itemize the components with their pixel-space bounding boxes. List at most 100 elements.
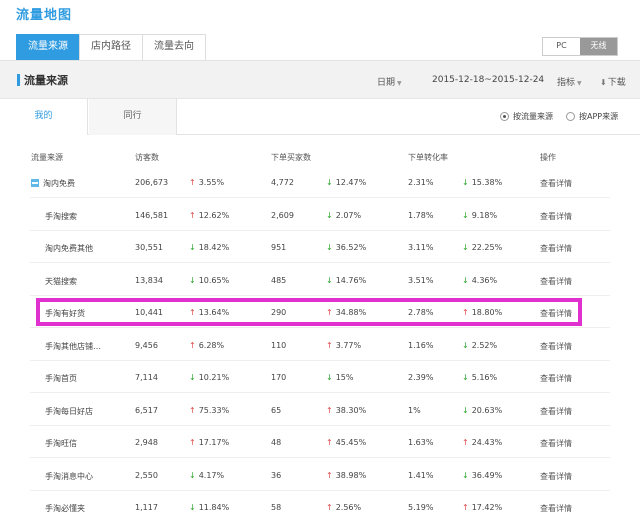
arrow-up-icon: ↑ (462, 438, 469, 447)
source-cell[interactable]: 淘内免费 (31, 178, 75, 189)
change-value: 2.07% (335, 210, 362, 220)
visitors-change: ↓ 11.84% (189, 503, 229, 512)
view-details-link[interactable]: 查看详情 (540, 438, 572, 449)
tab-store-path[interactable]: 店内路径 (79, 34, 143, 60)
conversion-change: ↓ 9.18% (462, 211, 497, 220)
device-switch: PC 无线 (542, 37, 618, 56)
view-details-link[interactable]: 查看详情 (540, 471, 572, 482)
conversion-change: ↓ 20.63% (462, 406, 502, 415)
visitors-value: 1,117 (135, 503, 158, 512)
tab-traffic-source[interactable]: 流量来源 (16, 34, 80, 60)
visitors-change: ↓ 18.42% (189, 243, 229, 252)
source-name: 淘内免费其他 (45, 244, 93, 253)
table-row: 手淘消息中心 2,550 ↓ 4.17% 36 ↑ 38.98% 1.41% ↓ 36.49% 查看… (0, 459, 640, 491)
source-name: 手淘搜索 (45, 211, 77, 221)
buyers-change: ↑ 3.77% (326, 341, 361, 350)
view-details-link[interactable]: 查看详情 (540, 503, 572, 514)
arrow-down-icon: ↓ (462, 243, 469, 252)
conversion-value: 1.63% (408, 438, 434, 447)
change-value: 17.42% (471, 503, 503, 512)
header-action: 操作 (540, 153, 556, 162)
section-accent-bar (17, 74, 20, 86)
conversion-value: 1.78% (408, 210, 434, 220)
view-details-link[interactable]: 查看详情 (540, 211, 572, 222)
date-dropdown[interactable]: 日期 ▼ (377, 75, 402, 88)
change-value: 10.21% (198, 373, 230, 382)
pc-button[interactable]: PC (543, 38, 580, 55)
change-value: 15.38% (471, 178, 503, 187)
wireless-button[interactable]: 无线 (580, 38, 617, 55)
arrow-up-icon: ↑ (189, 178, 196, 187)
view-details-link[interactable]: 查看详情 (540, 341, 572, 352)
radio-icon (500, 112, 509, 121)
highlight-annotation (36, 298, 582, 326)
view-details-link[interactable]: 查看详情 (540, 178, 572, 189)
change-value: 17.17% (198, 438, 230, 447)
radio-by-traffic-source[interactable]: 按流量来源 (500, 111, 553, 122)
visitors-value: 2,550 (135, 470, 158, 480)
change-value: 3.55% (198, 178, 225, 187)
arrow-down-icon: ↓ (326, 243, 333, 252)
tab-peers[interactable]: 同行 (89, 99, 177, 135)
source-name: 手淘其他店铺… (45, 341, 101, 351)
buyers-change: ↑ 38.98% (326, 471, 366, 480)
tab-traffic-destination[interactable]: 流量去向 (142, 34, 206, 60)
conversion-change: ↓ 2.52% (462, 341, 497, 350)
change-value: 2.56% (335, 503, 362, 512)
table-row: 淘内免费其他 30,551 ↓ 18.42% 951 ↓ 36.52% 3.11% ↓ 22.25… (0, 231, 640, 263)
buyers-value: 951 (271, 243, 287, 252)
arrow-down-icon: ↓ (462, 210, 469, 220)
view-details-link[interactable]: 查看详情 (540, 406, 572, 417)
buyers-value: 2,609 (271, 210, 294, 220)
view-details-link[interactable]: 查看详情 (540, 276, 572, 287)
view-details-link[interactable]: 查看详情 (540, 373, 572, 384)
download-button[interactable]: ⬇下载 (600, 75, 626, 88)
section-title: 流量来源 (24, 74, 68, 87)
arrow-up-icon: ↑ (326, 340, 333, 350)
buyers-change: ↑ 2.56% (326, 503, 361, 512)
change-value: 38.30% (335, 405, 367, 415)
table-row: 淘内免费 206,673 ↑ 3.55% 4,772 ↓ 12.47% 2.31% ↓ 15.38… (0, 166, 640, 198)
arrow-up-icon: ↑ (326, 503, 333, 512)
change-value: 45.45% (335, 438, 367, 447)
change-value: 9.18% (471, 210, 498, 220)
arrow-up-icon: ↑ (326, 405, 333, 415)
download-icon: ⬇ (600, 78, 607, 87)
visitors-value: 6,517 (135, 405, 158, 415)
arrow-down-icon: ↓ (462, 470, 469, 480)
radio-label: 按APP来源 (579, 112, 619, 121)
arrow-down-icon: ↓ (462, 178, 469, 187)
source-name: 手淘旺信 (45, 439, 77, 448)
table-row: 手淘旺信 2,948 ↑ 17.17% 48 ↑ 45.45% 1.63% ↑ 24.43% 查看详… (0, 426, 640, 458)
table-row: 手淘其他店铺… 9,456 ↑ 6.28% 110 ↑ 3.77% 1.16% ↓ 2.52% 查看… (0, 329, 640, 361)
conversion-change: ↓ 5.16% (462, 373, 497, 382)
conversion-value: 2.39% (408, 373, 434, 382)
arrow-up-icon: ↑ (189, 340, 196, 350)
arrow-down-icon: ↓ (189, 373, 196, 382)
conversion-change: ↓ 22.25% (462, 243, 502, 252)
buyers-change: ↑ 45.45% (326, 438, 366, 447)
tab-mine[interactable]: 我的 (0, 99, 88, 135)
collapse-icon[interactable] (31, 179, 39, 187)
buyers-value: 58 (271, 503, 282, 512)
conversion-value: 5.19% (408, 503, 434, 512)
change-value: 36.49% (471, 470, 503, 480)
table-row: 手淘搜索 146,581 ↑ 12.62% 2,609 ↓ 2.07% 1.78% ↓ 9.18%… (0, 199, 640, 231)
conversion-value: 1% (408, 405, 421, 415)
view-details-link[interactable]: 查看详情 (540, 243, 572, 254)
source-name: 淘内免费 (43, 179, 75, 188)
radio-by-app-source[interactable]: 按APP来源 (566, 111, 618, 122)
radio-label: 按流量来源 (513, 112, 553, 121)
download-label: 下载 (607, 78, 626, 88)
buyers-value: 4,772 (271, 178, 294, 187)
visitors-change: ↓ 4.17% (189, 471, 224, 480)
metrics-dropdown[interactable]: 指标 ▼ (557, 75, 582, 88)
arrow-down-icon: ↓ (326, 373, 333, 382)
buyers-change: ↓ 12.47% (326, 178, 366, 187)
change-value: 3.77% (335, 340, 362, 350)
buyers-change: ↓ 36.52% (326, 243, 366, 252)
change-value: 2.52% (471, 340, 498, 350)
buyers-change: ↑ 38.30% (326, 406, 366, 415)
change-value: 11.84% (198, 503, 230, 512)
conversion-change: ↑ 24.43% (462, 438, 502, 447)
